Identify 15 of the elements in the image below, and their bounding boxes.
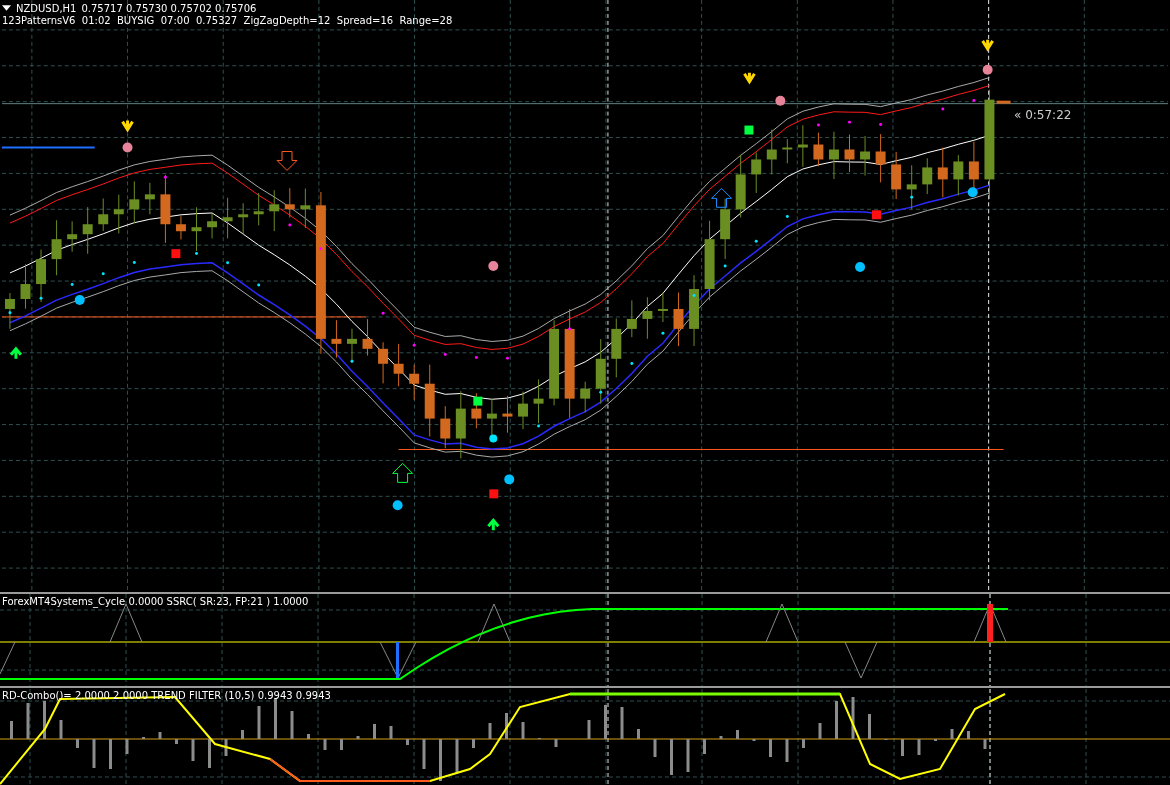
down-arrow-icon	[276, 151, 298, 171]
candle-timer: « 0:57:22	[1014, 108, 1072, 122]
symbol-label: NZDUSD,H1	[16, 2, 77, 14]
up-arrow-icon	[9, 346, 23, 361]
down-arrow-icon	[981, 38, 995, 52]
cycle-indicator-label: ForexMT4Systems_Cycle 0.0000 SSRC( SR:23, FP:21 ) 1.0000	[2, 596, 309, 607]
price-marker	[996, 100, 1011, 104]
up-arrow-icon	[486, 517, 500, 532]
price-quotes: 0.75717 0.75730 0.75702 0.75706	[81, 2, 257, 14]
indicator-info: 123PatternsV6 01:02 BUYSIG 07:00 0.75327 ZigZagDepth=12 Spread=16 Range=28	[2, 15, 453, 28]
dropdown-triangle-icon[interactable]	[2, 5, 11, 11]
down-arrow-icon	[121, 119, 135, 133]
up-arrow-icon	[711, 187, 732, 208]
up-arrow-icon	[392, 462, 414, 483]
down-arrow-icon	[742, 71, 756, 85]
